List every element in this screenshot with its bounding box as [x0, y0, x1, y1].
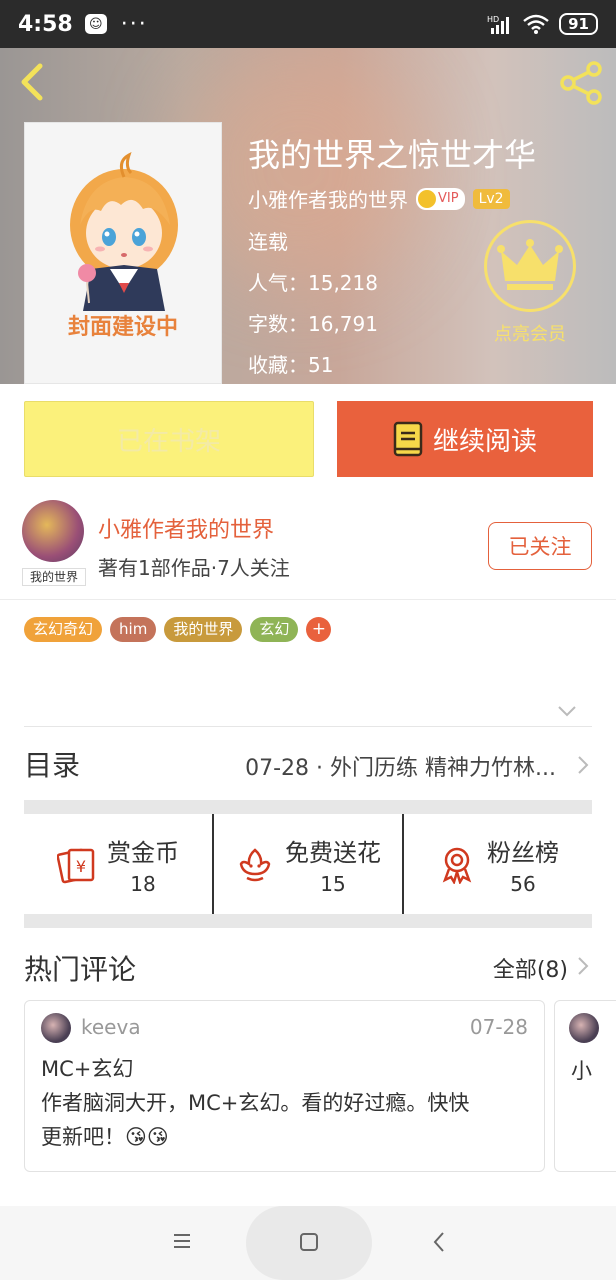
book-author-line: 小雅作者我的世界 VIP Lv2	[248, 184, 510, 213]
vip-badge: VIP	[416, 187, 465, 210]
reward-coins-value: 18	[130, 871, 156, 896]
section-separator	[24, 800, 592, 814]
medal-icon	[442, 847, 472, 884]
commenter-avatar[interactable]	[41, 1013, 71, 1043]
menu-icon[interactable]	[172, 1232, 192, 1250]
status-time: 4:58	[18, 11, 73, 37]
nav-back-icon[interactable]	[432, 1230, 446, 1254]
action-bar: 已在书架 继续阅读	[0, 384, 616, 494]
all-comments-link[interactable]: 全部(8)	[493, 952, 568, 984]
book-header: 封面建设中 我的世界之惊世才华 小雅作者我的世界 VIP Lv2 连载 人气：1…	[0, 48, 616, 384]
author-section: 我的世界 小雅作者我的世界 著有1部作品·7人关注 已关注	[0, 494, 616, 600]
popularity-count: 人气：15,218	[248, 271, 378, 295]
hot-comments-title: 热门评论	[24, 953, 137, 986]
vip-badge-label: VIP	[438, 191, 459, 206]
comment-title: MC+玄幻	[41, 1057, 134, 1081]
book-cover[interactable]: 封面建设中	[24, 122, 222, 384]
home-icon[interactable]	[300, 1233, 318, 1251]
tag-chip[interactable]: him	[110, 617, 157, 642]
author-meta: 著有1部作品·7人关注	[98, 556, 290, 580]
battery-indicator: 91	[559, 13, 598, 35]
status-bar: 4:58 ☺ ··· HD 91	[0, 0, 616, 48]
latest-chapter: 07-28 · 外门历练 精神力竹林...	[245, 756, 556, 781]
commenter-name[interactable]: keeva	[81, 1015, 141, 1039]
continue-reading-label: 继续阅读	[432, 426, 537, 457]
stats-row: ¥ 赏金币 18 免费送花 15 粉丝榜 56	[24, 814, 592, 914]
divider	[24, 726, 592, 727]
comment-preview: 小	[571, 1059, 592, 1083]
system-navigation-bar	[0, 1206, 616, 1280]
free-flowers-label: 免费送花	[285, 838, 381, 867]
share-icon[interactable]	[558, 60, 604, 106]
comment-card[interactable]: keeva 07-28 MC+玄幻 作者脑洞大开，MC+玄幻。看的好过瘾。快快 …	[24, 1000, 545, 1172]
crown-icon	[497, 239, 563, 290]
cover-caption: 封面建设中	[67, 315, 178, 340]
fan-ranking-value: 56	[510, 871, 536, 896]
favorites-count: 收藏：51	[248, 353, 334, 377]
serial-status: 连载	[248, 230, 288, 254]
back-arrow-icon[interactable]	[14, 62, 50, 102]
book-author-name[interactable]: 小雅作者我的世界	[248, 184, 408, 213]
toc-label: 目录	[24, 749, 81, 782]
signal-icon: HD	[487, 15, 510, 34]
author-avatar[interactable]	[22, 500, 84, 562]
chevron-right-icon[interactable]	[576, 955, 590, 977]
section-separator	[24, 914, 592, 928]
table-of-contents-row[interactable]: 目录 07-28 · 外门历练 精神力竹林...	[0, 728, 616, 800]
tag-chip[interactable]: 玄幻奇幻	[24, 617, 103, 642]
expand-chevron-icon[interactable]	[556, 704, 578, 718]
vip-membership-label[interactable]: 点亮会员	[484, 320, 576, 346]
comment-card-next[interactable]: 小	[554, 1000, 616, 1172]
flower-icon	[239, 848, 271, 882]
tag-chip[interactable]: 我的世界	[164, 617, 243, 642]
on-shelf-button[interactable]: 已在书架	[24, 401, 314, 477]
reward-coins-stat[interactable]: ¥ 赏金币 18	[24, 814, 212, 914]
svg-text:¥: ¥	[76, 857, 86, 876]
commenter-avatar	[569, 1013, 599, 1043]
book-title: 我的世界之惊世才华	[248, 136, 537, 174]
reward-coins-label: 赏金币	[107, 838, 179, 867]
comment-body-line: 作者脑洞大开，MC+玄幻。看的好过瘾。快快	[41, 1091, 470, 1115]
comment-date: 07-28	[469, 1015, 528, 1039]
book-icon	[393, 421, 423, 457]
tag-list: 玄幻奇幻 him 我的世界 玄幻 +	[24, 617, 332, 642]
add-tag-button[interactable]: +	[306, 617, 332, 642]
author-avatar-tag: 我的世界	[22, 568, 86, 586]
word-count: 字数：16,791	[248, 312, 378, 336]
notification-icon: ☺	[84, 14, 107, 34]
free-flowers-stat[interactable]: 免费送花 15	[212, 814, 402, 914]
author-name[interactable]: 小雅作者我的世界	[98, 512, 274, 544]
more-notifications-icon: ···	[120, 11, 148, 37]
tag-chip[interactable]: 玄幻	[250, 617, 299, 642]
fan-ranking-label: 粉丝榜	[487, 838, 559, 867]
wifi-icon	[523, 14, 549, 34]
svg-text:HD: HD	[487, 15, 499, 24]
vip-crown-icon	[418, 189, 436, 208]
level-badge: Lv2	[472, 188, 510, 209]
follow-button[interactable]: 已关注	[488, 522, 592, 570]
free-flowers-value: 15	[320, 871, 346, 896]
continue-reading-button[interactable]: 继续阅读	[337, 401, 593, 477]
vip-membership-button[interactable]	[484, 220, 576, 312]
chevron-right-icon	[578, 756, 589, 774]
cover-illustration	[70, 152, 178, 311]
comment-body-line: 更新吧！😘😘	[41, 1125, 169, 1149]
fan-ranking-stat[interactable]: 粉丝榜 56	[402, 814, 592, 914]
reward-coin-icon: ¥	[57, 848, 95, 884]
status-right-group: HD 91	[487, 13, 598, 35]
